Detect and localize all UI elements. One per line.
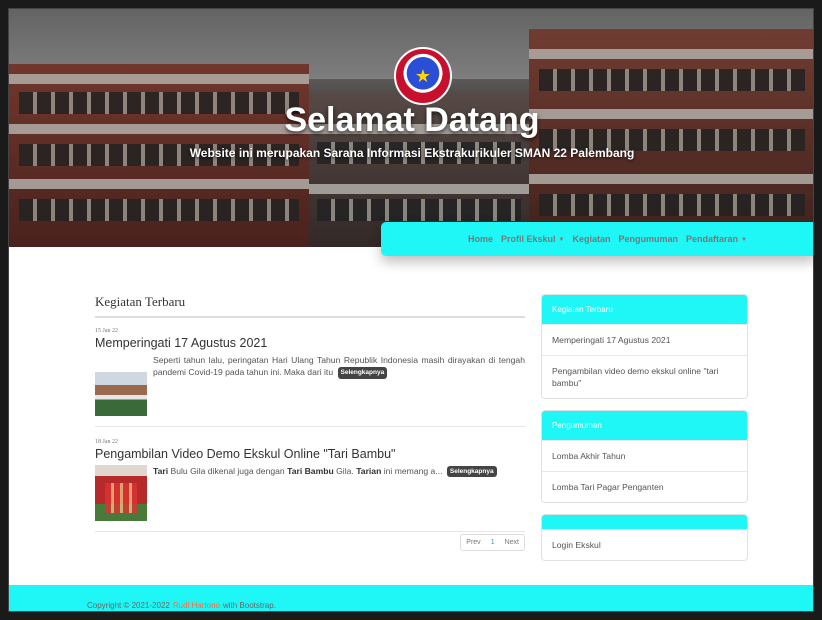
sidebar-card-pengumuman: Pengumuman Lomba Akhir Tahun Lomba Tari …	[541, 410, 748, 504]
footer-suffix: with Bootstrap.	[222, 600, 276, 610]
nav-profil-label: Profil Ekskul	[501, 234, 556, 244]
pager-next[interactable]: Next	[500, 535, 524, 550]
sidebar-card-login: Login Ekskul	[541, 514, 748, 562]
read-more-button[interactable]: Selengkapnya	[446, 466, 497, 478]
sidebar-card-kegiatan: Kegiatan Terbaru Memperingati 17 Agustus…	[541, 294, 748, 400]
school-logo-icon: ★	[394, 47, 452, 105]
sidebar: Kegiatan Terbaru Memperingati 17 Agustus…	[541, 294, 748, 572]
caret-down-icon: ▼	[558, 236, 565, 243]
caret-down-icon: ▼	[741, 236, 747, 243]
post-item: 15 Jan 22 Memperingati 17 Agustus 2021 S…	[95, 328, 525, 427]
excerpt-text: Gila.	[333, 466, 357, 476]
post-body: Seperti tahun lalu, peringatan Hari Ulan…	[95, 354, 525, 416]
post-date: 18 Jan 22	[95, 439, 118, 445]
hero-subtitle: Website ini merupakan Sarana Informasi E…	[189, 146, 635, 160]
pager-page[interactable]: 1	[486, 535, 500, 550]
nav-pendaftaran[interactable]: Pendaftaran ▼	[686, 234, 747, 244]
main-navbar: Home Profil Ekskul ▼ Kegiatan Pengumuman …	[381, 222, 813, 256]
nav-home[interactable]: Home	[468, 234, 493, 244]
pagination: Prev 1 Next	[460, 534, 525, 551]
sidebar-link-login[interactable]: Login Ekskul	[542, 529, 747, 560]
nav-pendaftaran-label: Pendaftaran	[686, 234, 739, 244]
nav-pengumuman[interactable]: Pengumuman	[619, 234, 679, 244]
hero-title: Selamat Datang	[284, 101, 540, 139]
nav-profil-ekskul[interactable]: Profil Ekskul ▼	[501, 234, 564, 244]
post-date: 15 Jan 22	[95, 328, 118, 334]
post-item: 18 Jan 22 Pengambilan Video Demo Ekskul …	[95, 439, 525, 532]
section-title: Kegiatan Terbaru	[95, 294, 525, 318]
post-thumbnail[interactable]	[95, 465, 147, 521]
sidebar-link[interactable]: Lomba Akhir Tahun	[542, 440, 747, 471]
sidebar-link[interactable]: Lomba Tari Pagar Penganten	[542, 471, 747, 502]
footer-copyright: Copyright © 2021-2022	[87, 600, 170, 610]
sidebar-link[interactable]: Pengambilan video demo ekskul online "ta…	[542, 355, 747, 398]
content-main: Kegiatan Terbaru 15 Jan 22 Memperingati …	[95, 294, 525, 558]
nav-kegiatan[interactable]: Kegiatan	[573, 234, 611, 244]
card-title: Pengumuman	[542, 411, 747, 441]
read-more-button[interactable]: Selengkapnya	[337, 367, 388, 379]
post-excerpt: Tari Bulu Gila dikenal juga dengan Tari …	[153, 465, 497, 521]
footer-author-link[interactable]: Rudi Hartono	[173, 601, 220, 610]
post-title[interactable]: Memperingati 17 Agustus 2021	[95, 336, 525, 350]
excerpt-text: ini memang a...	[381, 466, 443, 476]
excerpt-bold: Tarian	[356, 466, 382, 476]
hero-banner: ★ Selamat Datang Website ini merupakan S…	[9, 9, 813, 247]
excerpt-bold: Tari Bambu	[287, 466, 334, 476]
post-title[interactable]: Pengambilan Video Demo Ekskul Online "Ta…	[95, 447, 525, 461]
sidebar-link[interactable]: Memperingati 17 Agustus 2021	[542, 324, 747, 355]
card-title: Kegiatan Terbaru	[542, 295, 747, 324]
excerpt-bold: Tari	[153, 466, 169, 476]
pager-prev[interactable]: Prev	[461, 535, 485, 550]
excerpt-text: Bulu Gila dikenal juga dengan	[168, 466, 288, 476]
post-excerpt: Seperti tahun lalu, peringatan Hari Ulan…	[153, 354, 525, 416]
browser-page: ★ Selamat Datang Website ini merupakan S…	[8, 8, 814, 612]
post-thumbnail[interactable]	[95, 372, 147, 416]
card-title	[542, 515, 747, 530]
site-footer: Copyright © 2021-2022 Rudi Hartono with …	[9, 585, 813, 611]
post-body: Tari Bulu Gila dikenal juga dengan Tari …	[95, 465, 525, 521]
